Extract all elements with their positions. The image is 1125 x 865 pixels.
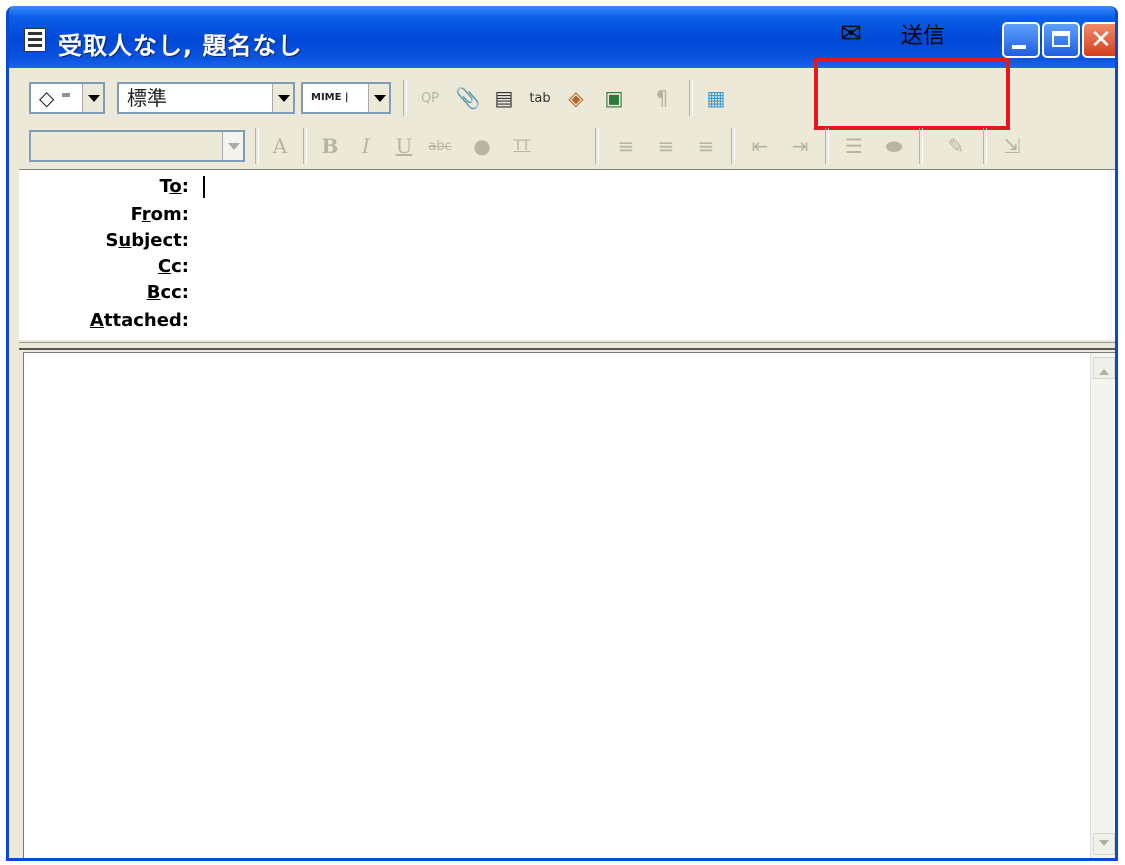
signature-icon[interactable]: ▣: [597, 80, 631, 116]
italic-button[interactable]: I: [349, 128, 383, 164]
toolbar-separator: [825, 128, 829, 164]
attached-label[interactable]: Attached:: [19, 310, 189, 331]
cc-label[interactable]: Cc:: [19, 256, 189, 277]
align-center-icon[interactable]: ≡: [649, 128, 683, 164]
scroll-up-icon[interactable]: [1093, 357, 1115, 379]
encoding-combo[interactable]: MIME |: [301, 82, 391, 114]
bullet-icon[interactable]: ⬬: [877, 128, 911, 164]
close-icon: ✕: [1090, 25, 1112, 55]
window-title: 受取人なし, 題名なし: [58, 32, 303, 60]
teletype-button[interactable]: TT: [505, 128, 539, 164]
align-right-icon[interactable]: ≡: [689, 128, 723, 164]
text-cursor: [203, 176, 205, 198]
close-button[interactable]: ✕: [1082, 22, 1115, 58]
toolbar-separator: [919, 128, 923, 164]
vertical-scrollbar[interactable]: [1090, 353, 1115, 858]
style-combo-value: 標準: [127, 86, 167, 110]
clear-format-icon[interactable]: ✎: [939, 128, 973, 164]
header-body-divider[interactable]: [19, 342, 1115, 350]
document-icon: [24, 28, 46, 52]
send-highlight-box: [814, 58, 1010, 130]
bcc-label[interactable]: Bcc:: [19, 282, 189, 303]
align-left-icon[interactable]: ≡: [609, 128, 643, 164]
compose-window: 受取人なし, 題名なし ✕ ◇ ⁼ 標準 MIME | QP 📎 ▤ tab ◈…: [6, 6, 1118, 861]
priority-combo-value: ◇ ⁼: [39, 86, 72, 110]
message-body[interactable]: [23, 352, 1115, 858]
font-size-button[interactable]: A: [263, 128, 297, 164]
chevron-down-icon: [368, 84, 389, 112]
toolbar-separator: [403, 80, 407, 116]
strike-label: abc: [428, 138, 452, 154]
scroll-down-icon[interactable]: [1093, 833, 1115, 855]
chevron-down-icon: [222, 132, 243, 160]
strike-button[interactable]: abc: [423, 128, 457, 164]
spell-check-icon[interactable]: ▦: [699, 80, 733, 116]
send-mail-icon: ✉: [840, 19, 862, 49]
underline-button[interactable]: U: [387, 128, 421, 164]
send-label: 送信: [901, 24, 946, 49]
to-label[interactable]: To:: [19, 176, 189, 197]
address-book-icon[interactable]: ◈: [559, 80, 593, 116]
pilcrow-icon[interactable]: ¶: [645, 80, 679, 116]
form-icon[interactable]: ▤: [487, 80, 521, 116]
minimize-button[interactable]: [1002, 22, 1040, 58]
teletype-label: TT: [513, 138, 531, 154]
list-icon[interactable]: ☰: [837, 128, 871, 164]
toolbar-separator: [303, 128, 307, 164]
tab-icon[interactable]: tab: [523, 80, 557, 116]
qp-button[interactable]: QP: [413, 80, 447, 116]
from-label[interactable]: From:: [19, 204, 189, 225]
priority-combo[interactable]: ◇ ⁼: [29, 82, 105, 114]
chevron-down-icon: [272, 84, 293, 112]
font-size-label: A: [272, 134, 288, 158]
chevron-down-icon: [82, 84, 103, 112]
message-headers: To: From: Subject: Cc: Bcc: Attached:: [19, 169, 1115, 340]
encoding-combo-value: MIME |: [311, 92, 349, 103]
toolbar-separator: [731, 128, 735, 164]
maximize-button[interactable]: [1042, 22, 1080, 58]
font-combo[interactable]: [29, 130, 245, 162]
underline-label: U: [395, 134, 413, 158]
toolbar-separator: [689, 80, 693, 116]
format-toolbar: A B I U abc ● TT ≡ ≡ ≡ ⇤ ⇥ ☰ ⬬ ✎ ⇲: [19, 124, 1114, 166]
bold-button[interactable]: B: [313, 128, 347, 164]
toolbar-separator: [595, 128, 599, 164]
bold-label: B: [321, 134, 339, 158]
indent-icon[interactable]: ⇥: [783, 128, 817, 164]
style-combo[interactable]: 標準: [117, 82, 295, 114]
insert-icon[interactable]: ⇲: [995, 128, 1029, 164]
toolbar-separator: [255, 128, 259, 164]
text-color-icon[interactable]: ●: [465, 128, 499, 164]
italic-label: I: [362, 134, 370, 158]
outdent-icon[interactable]: ⇤: [743, 128, 777, 164]
attach-icon[interactable]: 📎: [451, 80, 485, 116]
send-button[interactable]: ✉ 送信: [821, 14, 1003, 54]
subject-label[interactable]: Subject:: [19, 230, 189, 251]
toolbar-separator: [983, 128, 987, 164]
